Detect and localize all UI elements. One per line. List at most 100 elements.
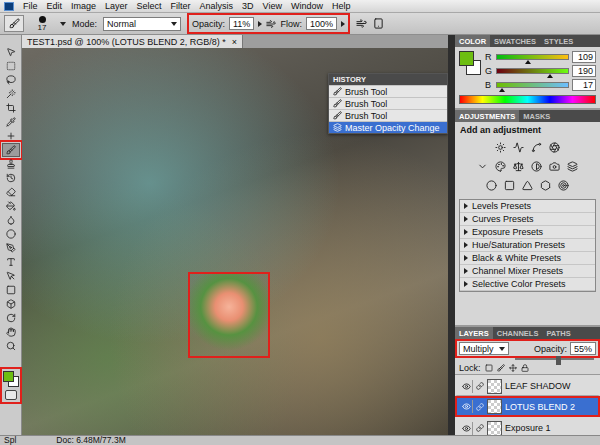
slider-knob[interactable] — [556, 356, 561, 365]
color-spectrum[interactable] — [459, 95, 596, 104]
adjustment-button[interactable] — [530, 160, 543, 173]
document-tab[interactable]: TEST1.psd @ 100% (LOTUS BLEND 2, RGB/8) … — [22, 35, 243, 48]
lock-pixels-icon[interactable] — [497, 364, 505, 372]
preset-item[interactable]: Levels Presets — [460, 200, 595, 213]
tool-button[interactable] — [2, 339, 20, 353]
slider-marker-icon[interactable] — [525, 60, 531, 64]
adjustment-button[interactable] — [530, 141, 543, 154]
menu-item[interactable]: Filter — [171, 0, 191, 12]
adjustment-button[interactable] — [503, 179, 516, 192]
tool-preset-picker[interactable] — [4, 15, 24, 32]
tool-button[interactable] — [2, 325, 20, 339]
channel-slider[interactable] — [496, 68, 569, 74]
tool-button[interactable] — [2, 157, 20, 171]
mode-select[interactable]: Normal — [103, 17, 181, 31]
close-tab-button[interactable]: × — [232, 37, 237, 47]
visibility-toggle[interactable] — [460, 400, 473, 413]
menu-item[interactable]: 3D — [242, 0, 254, 12]
tool-button[interactable] — [2, 213, 20, 227]
adjustment-button[interactable] — [566, 160, 579, 173]
panel-tab[interactable]: COLOR — [455, 35, 490, 47]
panel-tab[interactable]: ADJUSTMENTS — [455, 110, 519, 122]
adjustment-button[interactable] — [494, 160, 507, 173]
adjustment-button[interactable] — [512, 141, 525, 154]
expand-icon[interactable] — [464, 242, 468, 248]
adjustment-button[interactable] — [548, 160, 561, 173]
menu-item[interactable]: Edit — [47, 0, 63, 12]
adjustment-button[interactable] — [548, 141, 561, 154]
expand-icon[interactable] — [464, 268, 468, 274]
menu-item[interactable]: Help — [332, 0, 351, 12]
tool-button[interactable] — [2, 115, 20, 129]
tool-button[interactable] — [2, 227, 20, 241]
preset-item[interactable]: Hue/Saturation Presets — [460, 239, 595, 252]
adjustment-button[interactable] — [521, 179, 534, 192]
adjustment-button[interactable] — [485, 179, 498, 192]
channel-value[interactable]: 17 — [572, 79, 596, 91]
tool-button[interactable] — [2, 143, 20, 157]
lock-all-icon[interactable] — [521, 364, 529, 372]
visibility-toggle[interactable] — [460, 422, 473, 435]
tool-button[interactable] — [2, 73, 20, 87]
tool-button[interactable] — [2, 283, 20, 297]
tablet-pressure-icon[interactable] — [266, 19, 276, 29]
panel-tab[interactable]: CHANNELS — [493, 327, 543, 339]
tool-button[interactable] — [2, 171, 20, 185]
tool-button[interactable] — [2, 255, 20, 269]
flow-slider-arrow-icon[interactable] — [341, 21, 345, 27]
slider-marker-icon[interactable] — [547, 74, 553, 78]
channel-slider[interactable] — [496, 54, 569, 60]
tool-button[interactable] — [2, 241, 20, 255]
adjustment-button[interactable] — [557, 179, 570, 192]
foreground-color[interactable] — [459, 51, 474, 66]
tool-button[interactable] — [2, 311, 20, 325]
tool-button[interactable] — [2, 199, 20, 213]
zoom-field[interactable]: Spl — [4, 436, 16, 445]
expand-icon[interactable] — [464, 216, 468, 222]
panel-tab[interactable]: SWATCHES — [490, 35, 540, 47]
menu-item[interactable]: Window — [291, 0, 323, 12]
tool-button[interactable] — [2, 59, 20, 73]
lock-position-icon[interactable] — [509, 364, 517, 372]
preset-item[interactable]: Black & White Presets — [460, 252, 595, 265]
layer-row[interactable]: Exposure 1 — [455, 417, 600, 435]
channel-value[interactable]: 109 — [572, 51, 596, 63]
channel-slider[interactable] — [496, 82, 569, 88]
preset-item[interactable]: Curves Presets — [460, 213, 595, 226]
tool-button[interactable] — [2, 45, 20, 59]
expand-icon[interactable] — [464, 255, 468, 261]
opacity-slider[interactable] — [515, 358, 594, 360]
adjustment-button[interactable] — [512, 160, 525, 173]
expand-icon[interactable] — [464, 203, 468, 209]
tool-button[interactable] — [2, 297, 20, 311]
panel-tab[interactable]: MASKS — [519, 110, 554, 122]
tool-button[interactable] — [2, 269, 20, 283]
app-logo-icon[interactable] — [4, 2, 14, 11]
brush-dropdown-icon[interactable] — [60, 22, 66, 26]
visibility-toggle[interactable] — [460, 380, 473, 393]
canvas-image[interactable]: HISTORYBrush ToolBrush ToolBrush ToolMas… — [22, 48, 448, 435]
tool-button[interactable] — [2, 87, 20, 101]
lock-transparency-icon[interactable] — [485, 364, 493, 372]
menu-item[interactable]: Layer — [105, 0, 128, 12]
tablet-icon[interactable] — [373, 18, 384, 29]
expand-icon[interactable] — [464, 229, 468, 235]
adjustment-button[interactable] — [476, 160, 489, 173]
brush-picker[interactable]: 17 — [30, 15, 54, 33]
history-item[interactable]: Brush Tool — [329, 85, 447, 97]
panel-tab[interactable]: STYLES — [540, 35, 577, 47]
panel-tab[interactable]: PATHS — [542, 327, 574, 339]
menu-item[interactable]: File — [23, 0, 38, 12]
airbrush-icon[interactable] — [356, 18, 367, 29]
tool-button[interactable] — [2, 129, 20, 143]
menu-item[interactable]: Select — [137, 0, 162, 12]
slider-marker-icon[interactable] — [499, 88, 505, 92]
menu-item[interactable]: View — [263, 0, 282, 12]
tool-button[interactable] — [2, 101, 20, 115]
preset-item[interactable]: Channel Mixer Presets — [460, 265, 595, 278]
quick-mask-icon[interactable] — [5, 390, 17, 400]
layer-row[interactable]: LOTUS BLEND 2 — [455, 396, 600, 417]
adjustment-button[interactable] — [494, 141, 507, 154]
history-item[interactable]: Master Opacity Change — [329, 121, 447, 133]
opacity-slider-arrow-icon[interactable] — [258, 21, 262, 27]
